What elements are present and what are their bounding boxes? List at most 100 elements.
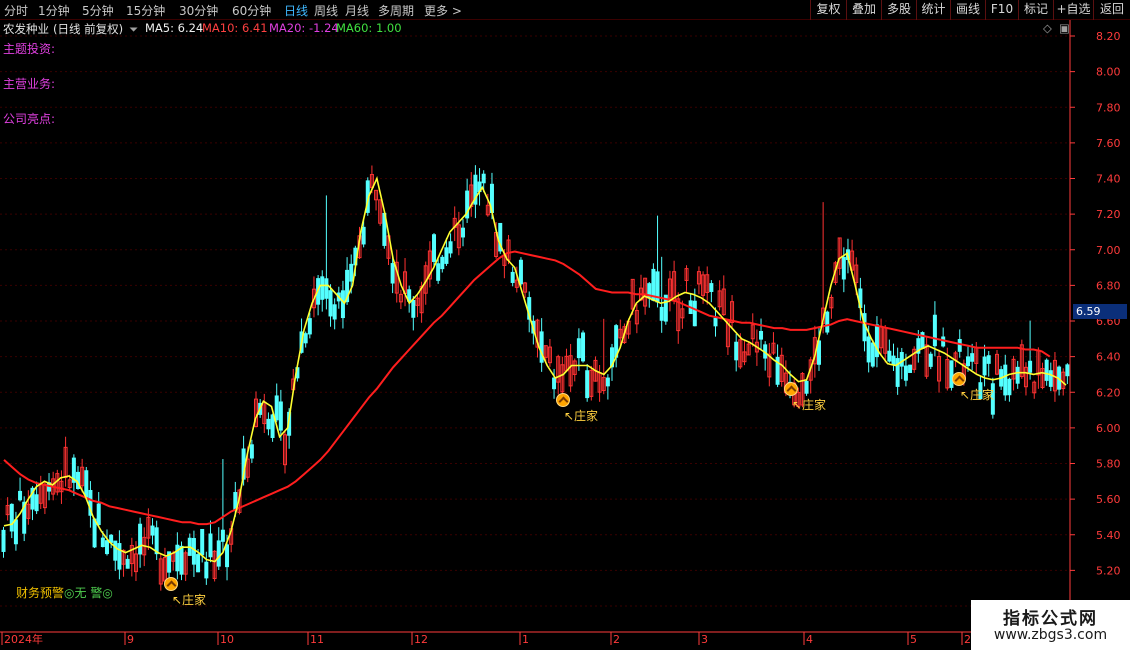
candle-body	[759, 330, 764, 340]
x-tick-label: 10	[220, 633, 234, 646]
ma60-value: MA60: 1.00	[336, 21, 402, 35]
ma20-value: MA20: -1.24	[269, 21, 339, 35]
zhuangjia-marker: ↖庄家	[164, 576, 206, 608]
candle-body	[249, 444, 254, 459]
candle-body	[1, 529, 6, 552]
zhuangjia-label: ↖庄家	[172, 592, 207, 607]
panel-toggle-icon[interactable]: ▣	[1059, 21, 1070, 35]
candle-body	[266, 418, 271, 430]
y-tick-label: 8.20	[1096, 30, 1121, 43]
tab-60min[interactable]: 60分钟	[232, 2, 271, 19]
draw-line-button[interactable]: 画线	[950, 0, 985, 20]
candle-body	[200, 528, 205, 556]
candle-body	[957, 339, 962, 352]
x-tick-label: 4	[806, 633, 813, 646]
candle-body	[581, 332, 586, 362]
y-tick-label: 7.00	[1096, 244, 1121, 257]
y-tick-label: 8.00	[1096, 66, 1121, 79]
y-tick-label: 7.60	[1096, 137, 1121, 150]
candle-body	[887, 350, 892, 362]
x-tick-label: 12	[414, 633, 428, 646]
y-tick-label: 6.00	[1096, 422, 1121, 435]
multi-stock-button[interactable]: 多股	[881, 0, 916, 20]
tab-5min[interactable]: 5分钟	[82, 2, 114, 19]
fuquan-button[interactable]: 复权	[810, 0, 846, 20]
candle-body	[481, 173, 486, 184]
candle-body	[274, 395, 279, 421]
stock-name: 农发种业	[3, 22, 49, 36]
candle-body	[866, 336, 871, 363]
candle-body	[552, 377, 557, 390]
y-tick-label: 6.20	[1096, 386, 1121, 399]
up-arrow-circle-icon	[556, 392, 570, 407]
candle-body	[349, 263, 354, 282]
tab-multi-period[interactable]: 多周期	[378, 2, 414, 19]
y-tick-label: 5.80	[1096, 458, 1121, 471]
up-arrow-circle-icon	[784, 381, 798, 396]
candle-body	[903, 365, 908, 381]
candle-body	[448, 241, 453, 254]
y-tick-label: 7.80	[1096, 101, 1121, 114]
candle-body	[908, 364, 913, 373]
tab-monthly[interactable]: 月线	[345, 2, 369, 19]
candle-body	[109, 534, 114, 543]
x-tick-label: 5	[910, 633, 917, 646]
f10-button[interactable]: F10	[985, 0, 1018, 20]
y-tick-label: 7.20	[1096, 208, 1121, 221]
up-arrow-circle-icon	[952, 371, 966, 386]
tab-fenshi[interactable]: 分时	[4, 2, 28, 19]
candle-body	[361, 226, 366, 245]
candle-body	[220, 529, 225, 542]
candle-body	[13, 519, 18, 545]
price-axis: 8.208.007.807.607.407.207.006.806.606.40…	[1069, 20, 1121, 632]
tab-15min[interactable]: 15分钟	[126, 2, 165, 19]
candle-body	[411, 299, 416, 318]
candle-body	[340, 290, 345, 319]
back-button[interactable]: 返回	[1093, 0, 1130, 20]
company-highlight-label: 公司亮点:	[3, 112, 56, 126]
candle-body	[154, 527, 159, 555]
candlesticks	[1, 165, 1070, 591]
x-tick-label: 11	[310, 633, 324, 646]
chart-mode: (日线 前复权)	[53, 22, 124, 36]
kline-chart[interactable]: 8.208.007.807.607.407.207.006.806.606.40…	[0, 0, 1130, 650]
stats-button[interactable]: 统计	[916, 0, 950, 20]
candle-body	[432, 234, 437, 262]
current-price-tag: 6.59	[1073, 304, 1127, 319]
tab-1min[interactable]: 1分钟	[38, 2, 70, 19]
y-tick-label: 6.40	[1096, 351, 1121, 364]
candle-body	[1048, 370, 1053, 387]
candle-body	[986, 355, 991, 364]
mark-button[interactable]: 标记	[1018, 0, 1053, 20]
watermark-title: 指标公式网	[1003, 609, 1098, 629]
tab-more[interactable]: 更多 >	[424, 2, 462, 19]
candle-body	[179, 545, 184, 575]
candle-body	[825, 311, 830, 333]
settings-dropdown-icon[interactable]: ⏷	[129, 22, 138, 37]
diamond-icon[interactable]: ◇	[1043, 21, 1052, 35]
up-arrow-circle-icon	[164, 576, 178, 591]
candle-body	[117, 543, 122, 570]
add-watchlist-button[interactable]: +自选	[1053, 0, 1093, 20]
main-business-label: 主营业务:	[3, 77, 56, 91]
finance-warning-label: 财务预警	[16, 586, 65, 600]
candle-body	[713, 317, 718, 327]
overlay-button[interactable]: 叠加	[846, 0, 881, 20]
candle-body	[444, 247, 449, 264]
date-axis: 2024年 9 10 11 12 1 2 3 4 5 2	[0, 631, 1070, 646]
zhuangjia-label: ↖庄家	[564, 408, 599, 423]
candle-body	[436, 263, 441, 281]
candle-body	[225, 544, 230, 568]
candle-body	[460, 227, 465, 238]
candle-body	[196, 554, 201, 573]
x-tick-label: 2024年	[4, 632, 43, 646]
candle-body	[216, 540, 221, 567]
theme-investment-label: 主题投资:	[3, 42, 56, 56]
tab-daily[interactable]: 日线	[284, 2, 308, 19]
tab-30min[interactable]: 30分钟	[179, 2, 218, 19]
candle-body	[18, 490, 23, 501]
candle-body	[100, 537, 105, 548]
candle-body	[303, 333, 308, 344]
tab-weekly[interactable]: 周线	[314, 2, 338, 19]
zhuangjia-marker: ↖庄家	[556, 392, 598, 424]
